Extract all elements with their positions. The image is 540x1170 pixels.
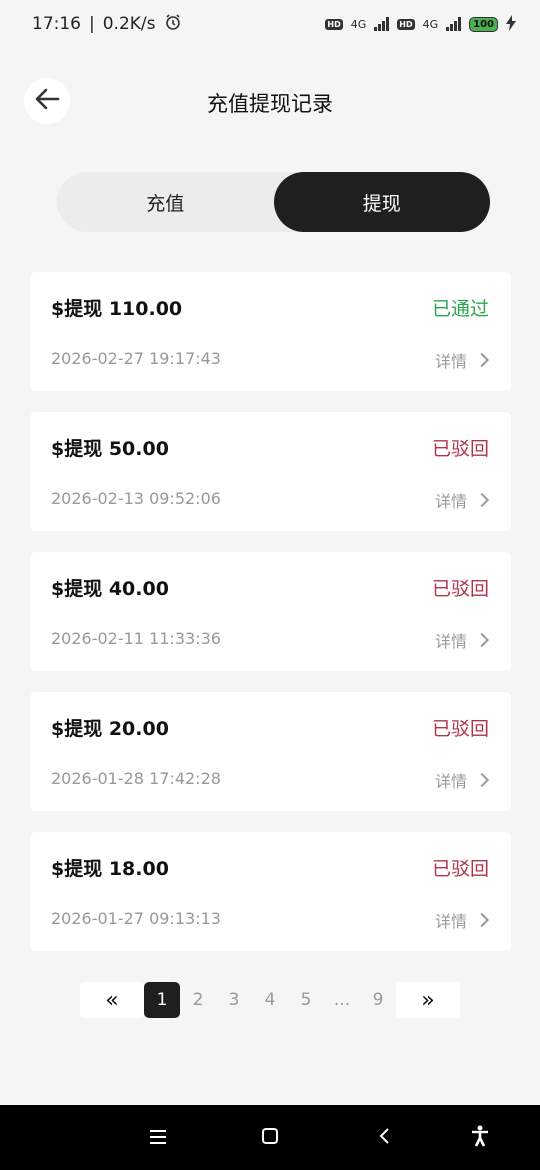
- detail-label: 详情: [434, 912, 467, 931]
- record-list: $提现 110.00 已通过 2026-02-27 19:17:43 详情 $提…: [30, 272, 511, 972]
- page-button-3[interactable]: 3: [216, 982, 252, 1018]
- accessibility-icon: [470, 1125, 490, 1151]
- record-time: 2026-01-28 17:42:28: [51, 769, 221, 788]
- detail-link[interactable]: 详情: [434, 348, 490, 372]
- charging-icon: [506, 14, 516, 34]
- accessibility-button[interactable]: [465, 1123, 495, 1153]
- battery-icon: 100: [469, 16, 498, 32]
- header: 充值提现记录: [0, 70, 540, 134]
- clock: 17:16: [32, 14, 81, 34]
- record-time: 2026-02-27 19:17:43: [51, 349, 221, 368]
- page-ellipsis: ...: [333, 990, 351, 1010]
- signal-icon-2: [446, 17, 462, 31]
- detail-label: 详情: [434, 492, 467, 511]
- chevron-left-icon: [378, 1127, 390, 1149]
- tab-recharge[interactable]: 充值: [57, 172, 274, 232]
- status-badge: 已驳回: [431, 858, 489, 880]
- record-card[interactable]: $提现 50.00 已驳回 2026-02-13 09:52:06 详情: [30, 412, 511, 531]
- detail-link[interactable]: 详情: [434, 908, 490, 932]
- record-time: 2026-02-13 09:52:06: [51, 489, 221, 508]
- page-button-4[interactable]: 4: [252, 982, 288, 1018]
- page-button-9[interactable]: 9: [360, 982, 396, 1018]
- back-nav-button[interactable]: [369, 1123, 399, 1153]
- network-speed: 0.2K/s: [102, 14, 156, 34]
- page-button-2[interactable]: 2: [180, 982, 216, 1018]
- status-badge: 已驳回: [431, 718, 489, 740]
- last-page-button[interactable]: »: [396, 982, 460, 1018]
- status-left: 17:16 | 0.2K/s: [32, 13, 182, 36]
- status-bar: 17:16 | 0.2K/s HD 4G HD 4G 100: [0, 0, 540, 48]
- tab-switcher: 充值 提现: [57, 172, 490, 232]
- pagination: « 1 2 3 4 5 ... 9 »: [80, 982, 461, 1018]
- network-type-2: 4G: [422, 17, 439, 31]
- record-amount: $提现 40.00: [51, 578, 169, 600]
- page-button-5[interactable]: 5: [288, 982, 324, 1018]
- hd-badge-2: HD: [397, 18, 415, 30]
- home-button[interactable]: [255, 1123, 285, 1153]
- home-icon: [261, 1127, 279, 1149]
- separator: |: [89, 14, 95, 34]
- detail-link[interactable]: 详情: [434, 628, 490, 652]
- menu-icon: [149, 1129, 167, 1148]
- record-amount: $提现 110.00: [51, 298, 183, 320]
- chevron-right-icon: [474, 492, 490, 508]
- signal-icon: [374, 17, 390, 31]
- record-card[interactable]: $提现 110.00 已通过 2026-02-27 19:17:43 详情: [30, 272, 511, 391]
- record-time: 2026-02-11 11:33:36: [51, 629, 221, 648]
- status-badge: 已通过: [431, 298, 489, 320]
- network-type: 4G: [350, 17, 367, 31]
- record-amount: $提现 18.00: [51, 858, 169, 880]
- status-badge: 已驳回: [431, 578, 489, 600]
- detail-link[interactable]: 详情: [434, 488, 490, 512]
- record-amount: $提现 50.00: [51, 438, 169, 460]
- status-badge: 已驳回: [431, 438, 489, 460]
- record-card[interactable]: $提现 20.00 已驳回 2026-01-28 17:42:28 详情: [30, 692, 511, 811]
- menu-button[interactable]: [143, 1123, 173, 1153]
- chevron-right-icon: [474, 632, 490, 648]
- status-right: HD 4G HD 4G 100: [325, 14, 516, 34]
- detail-label: 详情: [434, 632, 467, 651]
- record-card[interactable]: $提现 40.00 已驳回 2026-02-11 11:33:36 详情: [30, 552, 511, 671]
- hd-badge: HD: [325, 18, 343, 30]
- page-title: 充值提现记录: [207, 92, 333, 116]
- chevron-right-icon: [474, 912, 490, 928]
- alarm-icon: [164, 13, 182, 36]
- detail-label: 详情: [434, 352, 467, 371]
- record-card[interactable]: $提现 18.00 已驳回 2026-01-27 09:13:13 详情: [30, 832, 511, 951]
- first-page-button[interactable]: «: [80, 982, 144, 1018]
- system-nav-bar: [0, 1105, 540, 1170]
- record-time: 2026-01-27 09:13:13: [51, 909, 221, 928]
- record-amount: $提现 20.00: [51, 718, 169, 740]
- tab-withdraw[interactable]: 提现: [273, 172, 490, 232]
- detail-link[interactable]: 详情: [434, 768, 490, 792]
- chevron-right-icon: [474, 772, 490, 788]
- detail-label: 详情: [434, 772, 467, 791]
- chevron-right-icon: [474, 352, 490, 368]
- page-button-1[interactable]: 1: [144, 982, 180, 1018]
